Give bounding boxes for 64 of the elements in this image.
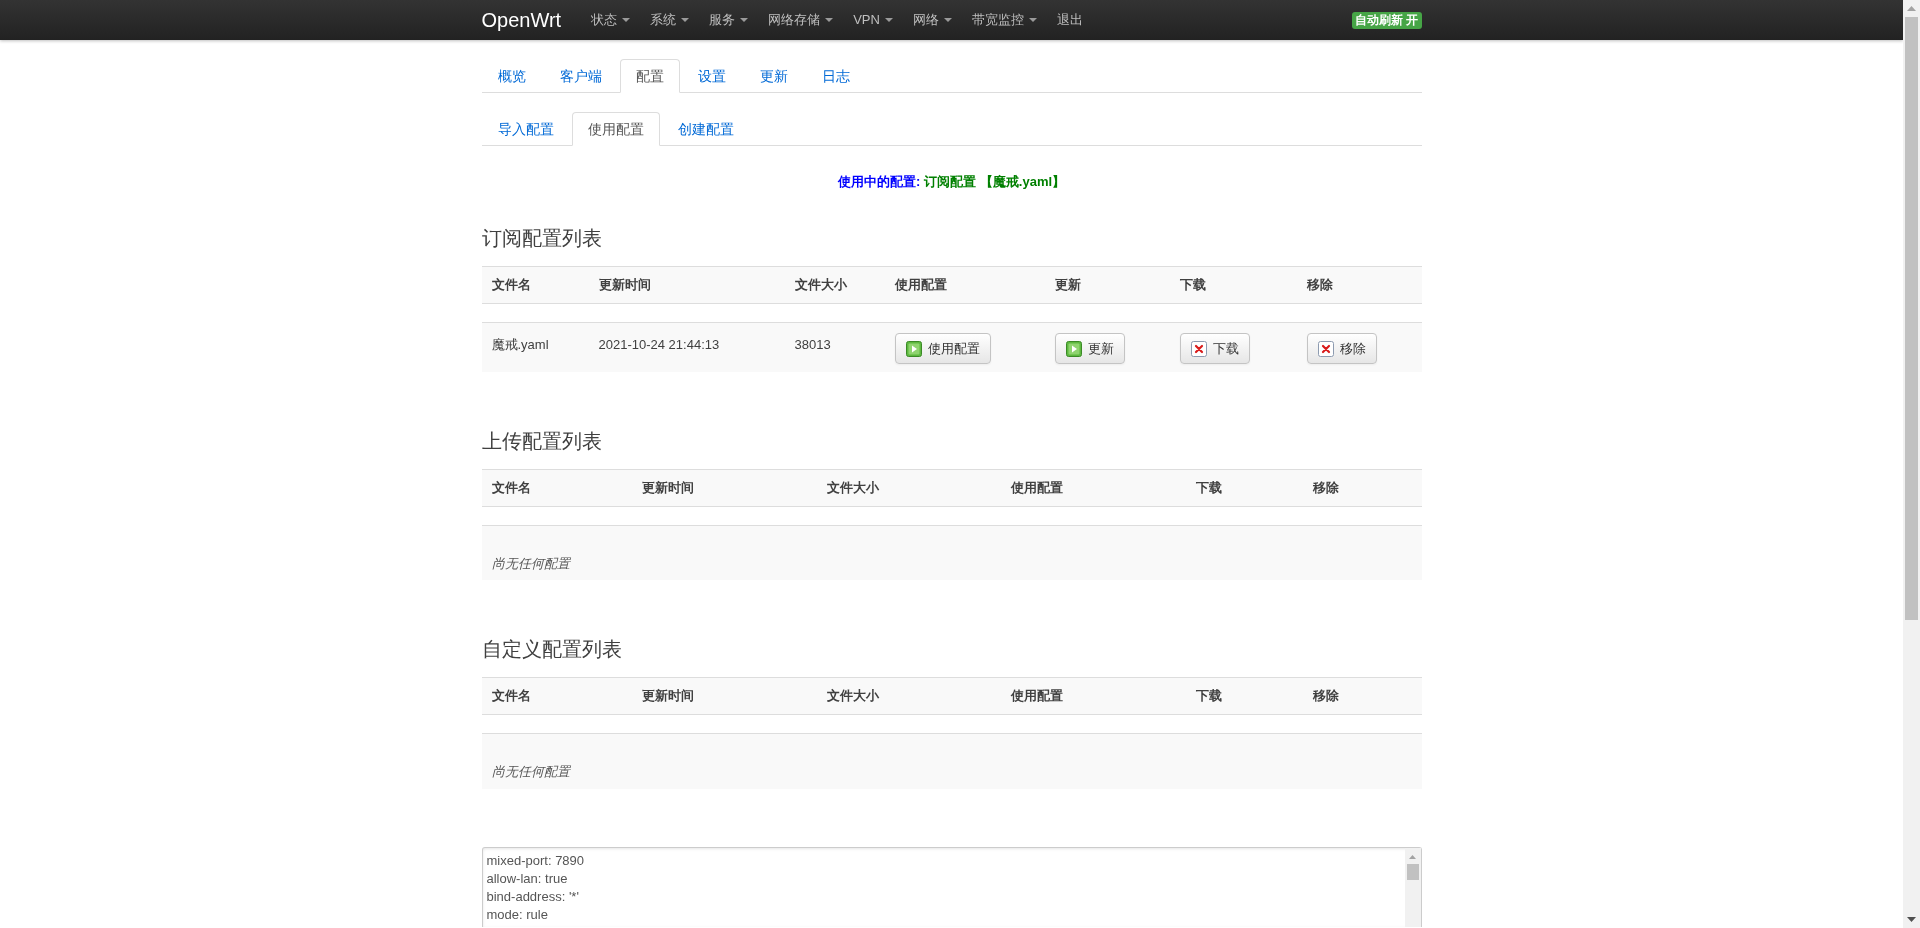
empty-message: 尚无任何配置 (491, 764, 570, 779)
nav-menu-item[interactable]: 服务 (699, 0, 759, 40)
nav-menu-item[interactable]: 网络 (902, 0, 962, 40)
column-header: 更新时间 (598, 277, 651, 293)
nav-menu-item[interactable]: 退出 (1046, 0, 1093, 40)
tab[interactable]: 客户端 (543, 59, 618, 93)
tab[interactable]: 概览 (481, 59, 542, 93)
column-header: 更新 (1054, 277, 1081, 293)
action-button[interactable]: 更新 (1054, 333, 1125, 364)
table-cell: 魔戒.yaml (491, 337, 549, 352)
column-header: 更新时间 (641, 479, 694, 495)
play-icon (1065, 340, 1082, 357)
cross-icon (1190, 340, 1207, 357)
tab[interactable]: 日志 (805, 59, 866, 93)
nav-menu-item[interactable]: 系统 (640, 0, 700, 40)
column-header: 文件大小 (794, 277, 847, 293)
scrollbar[interactable] (1903, 0, 1920, 928)
action-button[interactable]: 下载 (1179, 333, 1250, 364)
column-header: 更新时间 (641, 688, 694, 704)
section-title: 上传配置列表 (481, 428, 603, 454)
cross-icon (1317, 340, 1334, 357)
column-header: 文件大小 (826, 688, 879, 704)
scroll-down-arrow-icon[interactable] (1907, 917, 1916, 922)
active-config-label: 使用中的配置: (837, 174, 921, 189)
play-icon (905, 340, 922, 357)
column-header: 下载 (1195, 479, 1222, 495)
table-cell: 2021-10-24 21:44:13 (598, 337, 720, 352)
column-header: 移除 (1312, 479, 1339, 495)
column-header: 使用配置 (1010, 479, 1063, 495)
column-header: 文件名 (491, 479, 531, 495)
column-header: 文件大小 (826, 479, 879, 495)
tab[interactable]: 导入配置 (481, 112, 570, 146)
action-button[interactable]: 使用配置 (894, 333, 991, 364)
tab[interactable]: 配置 (619, 59, 680, 93)
tab[interactable]: 创建配置 (661, 112, 750, 146)
active-config-value: 订阅配置 【魔戒.yaml】 (924, 174, 1066, 189)
column-header: 下载 (1179, 277, 1206, 293)
brand-link[interactable]: OpenWrt (481, 0, 582, 40)
column-header: 移除 (1306, 277, 1333, 293)
section-title: 订阅配置列表 (481, 226, 603, 251)
tab[interactable]: 设置 (681, 59, 742, 93)
config-editor[interactable]: mixed-port: 7890 allow-lan: true bind-address: '*' mode: rule (481, 846, 1422, 927)
nav-menu-item[interactable]: 状态 (581, 0, 641, 40)
nav-menu-item[interactable]: 带宽监控 (961, 0, 1047, 40)
column-header: 文件名 (491, 277, 531, 293)
column-header: 使用配置 (894, 277, 947, 293)
scrollbar-thumb[interactable] (1406, 863, 1419, 880)
tab[interactable]: 使用配置 (571, 112, 660, 146)
section-title: 自定义配置列表 (481, 637, 623, 662)
scroll-up-arrow-icon[interactable] (1907, 6, 1916, 11)
scrollbar-thumb[interactable] (1905, 17, 1918, 620)
tab[interactable]: 更新 (743, 59, 804, 93)
config-text: mixed-port: 7890 allow-lan: true bind-address: '*' mode: rule (485, 851, 586, 924)
nav-menu-item[interactable]: 网络存储 (758, 0, 844, 40)
column-header: 移除 (1312, 688, 1339, 704)
column-header: 文件名 (491, 688, 531, 704)
nav-menu-item[interactable]: VPN (843, 0, 903, 40)
column-header: 使用配置 (1010, 688, 1063, 704)
scrollbar[interactable] (1404, 847, 1421, 927)
action-button[interactable]: 移除 (1306, 333, 1377, 364)
scroll-up-arrow-icon[interactable] (1409, 854, 1416, 859)
column-header: 下载 (1195, 688, 1222, 704)
table-cell: 38013 (794, 337, 831, 352)
empty-message: 尚无任何配置 (491, 555, 570, 571)
